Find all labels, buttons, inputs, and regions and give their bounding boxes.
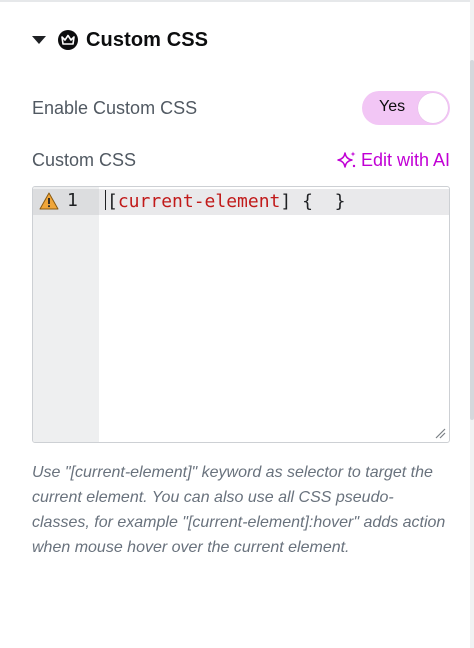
- code-rest: ] { }: [280, 191, 346, 212]
- enable-custom-css-toggle[interactable]: Yes: [362, 91, 450, 125]
- custom-css-help-text: Use "[current-element]" keyword as selec…: [32, 464, 446, 556]
- toggle-yes-label: Yes: [379, 98, 406, 115]
- ai-sparkle-icon: [337, 150, 357, 170]
- custom-css-label-row: Custom CSS Edit with AI: [32, 146, 450, 174]
- editor-gutter: [33, 187, 99, 442]
- pro-crown-icon: [58, 30, 78, 50]
- code-line[interactable]: [current-element] { }: [105, 190, 345, 212]
- edit-with-ai-label: Edit with AI: [360, 149, 450, 170]
- caret-down-icon: [32, 36, 46, 44]
- enable-custom-css-row: Enable Custom CSS Yes: [32, 90, 450, 126]
- warning-icon[interactable]: [39, 191, 59, 211]
- top-divider: [0, 0, 474, 2]
- resize-handle-icon[interactable]: [434, 427, 446, 439]
- custom-css-label: Custom CSS: [32, 149, 137, 170]
- section-title: Custom CSS: [86, 28, 209, 51]
- code-open-bracket: [: [107, 191, 118, 212]
- panel-scrollbar[interactable]: [470, 0, 474, 648]
- code-selector-keyword: current-element: [117, 191, 281, 212]
- edit-with-ai-link[interactable]: Edit with AI: [337, 150, 450, 171]
- custom-css-code-editor[interactable]: 1 [current-element] { }: [32, 186, 450, 443]
- scrollbar-thumb[interactable]: [470, 60, 474, 420]
- text-cursor: [105, 190, 106, 210]
- line-number: 1: [67, 190, 78, 211]
- custom-css-section-header[interactable]: Custom CSS: [32, 24, 208, 56]
- toggle-knob: [418, 93, 448, 123]
- enable-custom-css-label: Enable Custom CSS: [32, 97, 198, 118]
